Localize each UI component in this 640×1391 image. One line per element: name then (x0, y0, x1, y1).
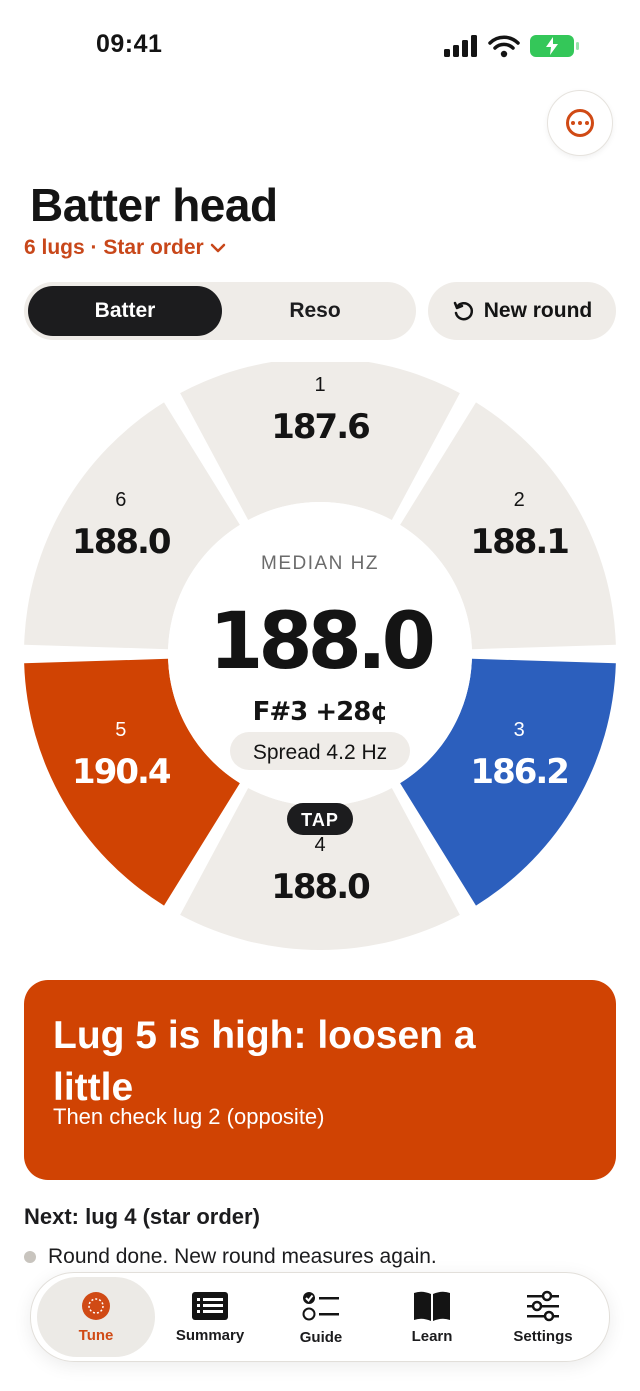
signal-icon (444, 35, 477, 57)
checklist-icon (302, 1291, 339, 1320)
median-label: MEDIAN HZ (261, 553, 379, 574)
status-time: 09:41 (96, 30, 163, 58)
lug-dial: 1 187.6 2 188.1 3 186.2 4 188.0 5 190.4 6 188.0 MED… (24, 362, 616, 951)
wifi-icon (488, 35, 520, 58)
tab-bar: Tune Summary Guide Learn Settings (30, 1272, 610, 1362)
next-lug-text: Next: lug 4 (star order) (24, 1204, 260, 1229)
lug-config-label: 6 lugs · Star order (24, 236, 204, 259)
lug-4-number: 4 (314, 834, 325, 856)
tab-settings[interactable]: Settings (484, 1277, 602, 1357)
tap-label: TAP (301, 810, 339, 830)
head-segmented-control: Batter Reso (24, 282, 416, 340)
tab-guide-label: Guide (299, 1328, 343, 1346)
new-round-label: New round (483, 299, 593, 322)
tab-guide[interactable]: Guide (262, 1277, 380, 1357)
lug-1-frequency: 187.6 (271, 407, 369, 447)
lug-5-frequency: 190.4 (72, 752, 171, 792)
more-icon (566, 109, 594, 137)
list-icon (192, 1291, 228, 1320)
tab-tune-label: Tune (78, 1326, 114, 1344)
instruction-headline: Lug 5 is high: loosen a little (53, 1014, 476, 1109)
lug-3-frequency: 186.2 (470, 752, 568, 792)
tune-dial-icon (82, 1291, 110, 1320)
median-value: 188.0 (209, 597, 432, 687)
round-status-text: Round done. New round measures again. (48, 1245, 437, 1268)
chevron-down-icon (210, 243, 225, 253)
reset-icon (453, 301, 473, 321)
tab-tune[interactable]: Tune (37, 1277, 155, 1357)
round-status: Round done. New round measures again. (24, 1245, 437, 1269)
status-dot (24, 1251, 36, 1263)
more-options-button[interactable] (547, 90, 613, 156)
tab-learn[interactable]: Learn (373, 1277, 491, 1357)
page-title: Batter head (30, 179, 278, 231)
lug-2-frequency: 188.1 (470, 522, 568, 562)
book-icon (414, 1291, 450, 1321)
spread-value: Spread 4.2 Hz (253, 741, 387, 764)
note-readout: F#3 +28¢ (253, 697, 388, 727)
lug-3-number: 3 (514, 719, 525, 741)
battery-icon (530, 35, 579, 57)
lug-1-number: 1 (314, 374, 325, 396)
tab-learn-label: Learn (411, 1327, 453, 1345)
instruction-subtext: Then check lug 2 (opposite) (53, 1104, 325, 1129)
instruction-card: Lug 5 is high: loosen a little Then chec… (24, 980, 616, 1180)
lug-config-dropdown[interactable]: 6 lugs · Star order (24, 236, 226, 260)
status-icons (444, 34, 579, 58)
tab-settings-label: Settings (513, 1327, 573, 1345)
segment-reso[interactable]: Reso (218, 286, 412, 336)
lug-2-number: 2 (514, 489, 525, 511)
lug-6-frequency: 188.0 (72, 522, 171, 562)
lug-5-number: 5 (115, 719, 126, 741)
tab-summary-label: Summary (175, 1326, 245, 1344)
lug-4-frequency: 188.0 (271, 867, 370, 907)
new-round-button[interactable]: New round (428, 282, 616, 340)
segment-batter[interactable]: Batter (28, 286, 222, 336)
tab-summary[interactable]: Summary (151, 1277, 269, 1357)
lug-6-number: 6 (115, 489, 126, 511)
sliders-icon (527, 1290, 559, 1321)
